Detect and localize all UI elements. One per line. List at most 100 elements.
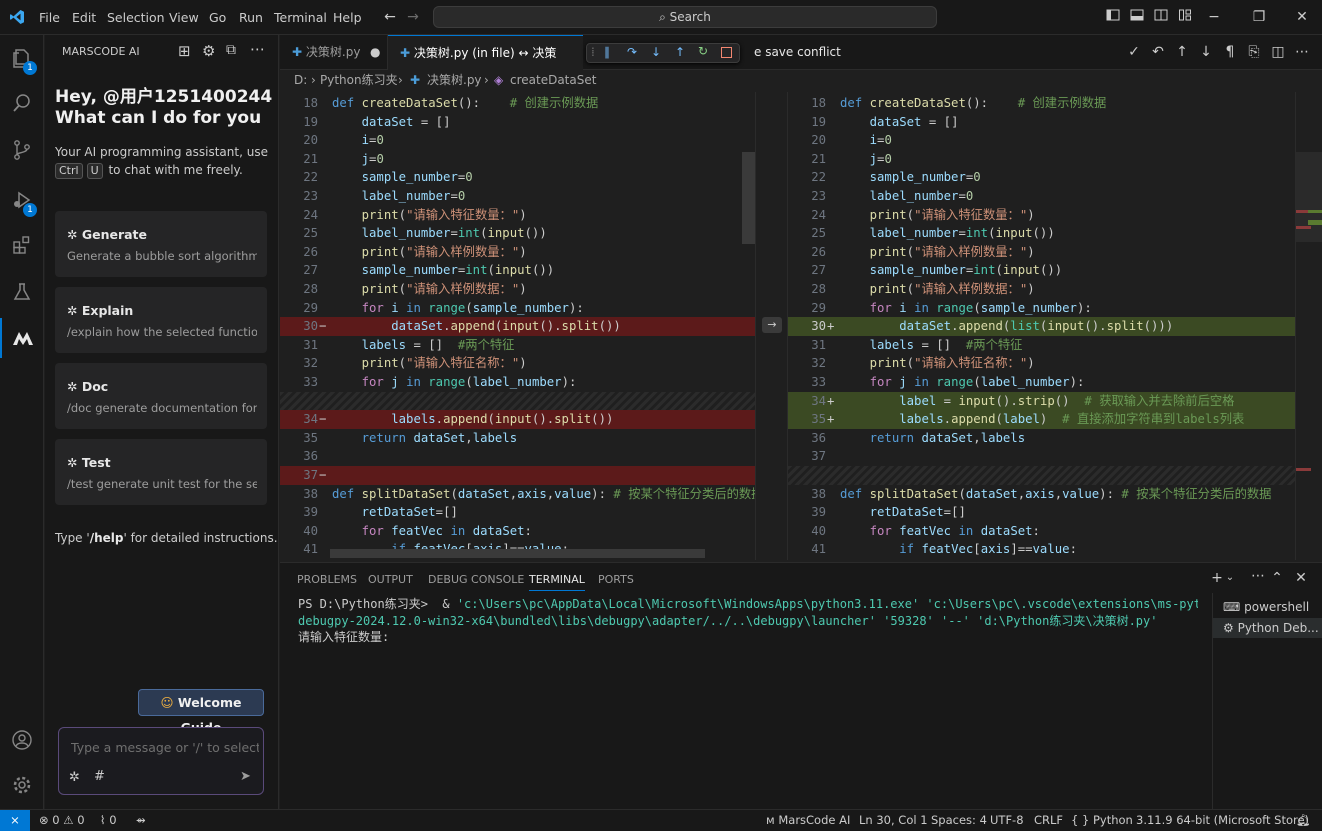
marscode-ai-icon[interactable] bbox=[0, 318, 44, 358]
line-ending[interactable]: CRLF bbox=[1034, 810, 1063, 831]
terminal-command-line-2[interactable]: debugpy-2024.12.0-win32-x64\bundled\libs… bbox=[298, 613, 1198, 630]
revert-change-arrow-icon[interactable]: → bbox=[762, 317, 782, 333]
overview-ruler[interactable] bbox=[1295, 92, 1322, 560]
code-line[interactable]: 32 print("请输入特征名称：") bbox=[788, 354, 1295, 373]
terminal-command-line-1[interactable]: PS D:\Python练习夹> & 'c:\Users\pc\AppData\… bbox=[298, 596, 1198, 613]
code-line[interactable]: 25 label_number=int(input()) bbox=[280, 224, 755, 243]
code-line[interactable]: 24 print("请输入特征数量：") bbox=[280, 206, 755, 225]
code-line[interactable]: 37 bbox=[788, 447, 1295, 466]
menu-help[interactable]: Help bbox=[333, 0, 362, 35]
code-line[interactable]: 39 retDataSet=[] bbox=[788, 503, 1295, 522]
menu-selection[interactable]: Selection bbox=[107, 0, 165, 35]
code-line[interactable]: 19 dataSet = [] bbox=[280, 113, 755, 132]
diff-original-pane[interactable]: 18 def createDataSet(): # 创建示例数据 19 dataSe… bbox=[280, 92, 755, 560]
minimize-icon[interactable]: − bbox=[1205, 8, 1223, 26]
chat-history-icon[interactable]: ⧉ bbox=[226, 42, 236, 58]
tab-save-conflict[interactable]: e save conflict ● bbox=[742, 35, 842, 93]
previous-change-icon[interactable]: ↑ bbox=[1173, 43, 1191, 61]
menu-run[interactable]: Run bbox=[239, 0, 263, 35]
code-line[interactable]: 29 for i in range(sample_number): bbox=[280, 299, 755, 318]
customize-layout-icon[interactable] bbox=[1176, 8, 1194, 26]
command-center-search[interactable]: ⌕ Search bbox=[433, 6, 937, 28]
step-out-icon[interactable]: ↑ bbox=[675, 45, 685, 59]
code-line[interactable]: 30− dataSet.append(input().split()) bbox=[280, 317, 755, 336]
accept-check-icon[interactable]: ✓ bbox=[1125, 43, 1143, 61]
menu-view[interactable]: View bbox=[169, 0, 199, 35]
card-doc[interactable]: ✲ Doc /doc generate documentation for... bbox=[55, 363, 267, 429]
more-actions-icon[interactable]: ⋯ bbox=[250, 40, 265, 58]
panel-tab-problems[interactable]: PROBLEMS bbox=[297, 573, 357, 586]
code-line[interactable]: 18 def createDataSet(): # 创建示例数据 bbox=[280, 94, 755, 113]
code-line[interactable]: 18 def createDataSet(): # 创建示例数据 bbox=[788, 94, 1295, 113]
marscode-status[interactable]: ᴍ MarsCode AI bbox=[766, 810, 850, 831]
panel-tab-ports[interactable]: PORTS bbox=[598, 573, 634, 586]
breadcrumb-file[interactable]: 决策树.py bbox=[427, 70, 482, 90]
card-test[interactable]: ✲ Test /test generate unit test for the … bbox=[55, 439, 267, 505]
step-over-icon[interactable]: ↷ bbox=[627, 45, 637, 59]
code-line[interactable]: 39 retDataSet=[] bbox=[280, 503, 755, 522]
manage-gear-icon[interactable] bbox=[0, 765, 44, 805]
card-explain[interactable]: ✲ Explain /explain how the selected func… bbox=[55, 287, 267, 353]
panel-tab-output[interactable]: OUTPUT bbox=[368, 573, 413, 586]
code-line[interactable]: 19 dataSet = [] bbox=[788, 113, 1295, 132]
more-actions-icon[interactable]: ⋯ bbox=[1249, 567, 1267, 585]
panel-tab-debug-console[interactable]: DEBUG CONSOLE bbox=[428, 573, 524, 586]
panel-tab-terminal[interactable]: TERMINAL bbox=[529, 573, 585, 591]
code-line[interactable]: 37− bbox=[280, 466, 755, 485]
whitespace-pilcrow-icon[interactable]: ¶ bbox=[1221, 43, 1239, 61]
run-debug-icon[interactable]: 1 bbox=[0, 180, 44, 220]
menu-go[interactable]: Go bbox=[209, 0, 226, 35]
code-line[interactable]: 28 print("请输入样例数据：") bbox=[788, 280, 1295, 299]
breadcrumb-symbol[interactable]: createDataSet bbox=[510, 70, 596, 90]
remote-indicator-icon[interactable]: ⨯ bbox=[0, 810, 30, 831]
code-line[interactable] bbox=[788, 466, 1295, 485]
ports-indicator[interactable]: ⌇ 0 bbox=[100, 810, 117, 831]
send-icon[interactable]: ➤ bbox=[240, 769, 251, 784]
notifications-bell-icon[interactable]: 🔔︎ bbox=[1296, 810, 1311, 831]
code-line[interactable]: 20 i=0 bbox=[280, 131, 755, 150]
code-line[interactable]: 33 for j in range(label_number): bbox=[788, 373, 1295, 392]
accounts-icon[interactable] bbox=[0, 720, 44, 760]
left-scrollbar-thumb[interactable] bbox=[742, 152, 755, 244]
debug-launch-icon[interactable]: ⇴ bbox=[136, 810, 146, 831]
code-line[interactable]: 30 + dataSet.append(list(input().split())… bbox=[788, 317, 1295, 336]
chat-input-placeholder[interactable]: Type a message or '/' to select an bbox=[71, 740, 259, 755]
code-line[interactable]: 22 sample_number=0 bbox=[788, 168, 1295, 187]
toggle-panel-icon[interactable] bbox=[1128, 8, 1146, 26]
diff-modified-pane[interactable]: 18 def createDataSet(): # 创建示例数据 19 dataSe… bbox=[788, 92, 1295, 560]
stop-icon[interactable] bbox=[721, 47, 732, 58]
extensions-icon[interactable] bbox=[0, 225, 44, 265]
code-line[interactable]: 23 label_number=0 bbox=[788, 187, 1295, 206]
hash-icon[interactable]: # bbox=[94, 769, 105, 784]
code-line[interactable]: 35 return dataSet,labels bbox=[280, 429, 755, 448]
terminal-item-powershell[interactable]: ⌨ powershell bbox=[1213, 597, 1322, 617]
cursor-position[interactable]: Ln 30, Col 1 bbox=[859, 810, 928, 831]
chat-input-box[interactable]: Type a message or '/' to select an ✲ # ➤ bbox=[58, 727, 264, 795]
back-arrow-icon[interactable]: ← bbox=[381, 8, 399, 26]
code-line[interactable]: 23 label_number=0 bbox=[280, 187, 755, 206]
code-line[interactable]: 26 print("请输入样例数量：") bbox=[280, 243, 755, 262]
python-interpreter[interactable]: 3.11.9 64-bit (Microsoft Store) bbox=[1136, 810, 1309, 831]
new-chat-icon[interactable]: ⊞ bbox=[178, 42, 191, 60]
code-line[interactable]: 29 for i in range(sample_number): bbox=[788, 299, 1295, 318]
revert-icon[interactable]: ↶ bbox=[1149, 43, 1167, 61]
code-line[interactable]: 27 sample_number=int(input()) bbox=[280, 261, 755, 280]
settings-gear-icon[interactable]: ⚙ bbox=[202, 42, 215, 60]
code-line[interactable]: 36 return dataSet,labels bbox=[788, 429, 1295, 448]
close-panel-icon[interactable]: ✕ bbox=[1292, 569, 1310, 587]
welcome-guide-button[interactable]: ☺ Welcome Guide bbox=[138, 689, 264, 735]
search-view-icon[interactable] bbox=[0, 83, 44, 123]
code-line[interactable]: 34− labels.append(input().split()) bbox=[280, 410, 755, 429]
close-window-icon[interactable]: ✕ bbox=[1293, 8, 1311, 26]
code-line[interactable] bbox=[280, 391, 755, 411]
toggle-secondary-sidebar-icon[interactable] bbox=[1152, 8, 1170, 26]
sparkle-icon[interactable]: ✲ bbox=[69, 770, 80, 785]
more-actions-icon[interactable]: ⋯ bbox=[1293, 43, 1311, 61]
menu-edit[interactable]: Edit bbox=[72, 0, 96, 35]
restart-icon[interactable]: ↻ bbox=[698, 44, 708, 58]
code-line[interactable]: 28 print("请输入样例数据：") bbox=[280, 280, 755, 299]
testing-flask-icon[interactable] bbox=[0, 272, 44, 312]
maximize-panel-chevron-up-icon[interactable]: ⌃ bbox=[1268, 569, 1286, 587]
step-into-icon[interactable]: ↓ bbox=[651, 45, 661, 59]
restore-icon[interactable]: ❐ bbox=[1250, 8, 1268, 26]
